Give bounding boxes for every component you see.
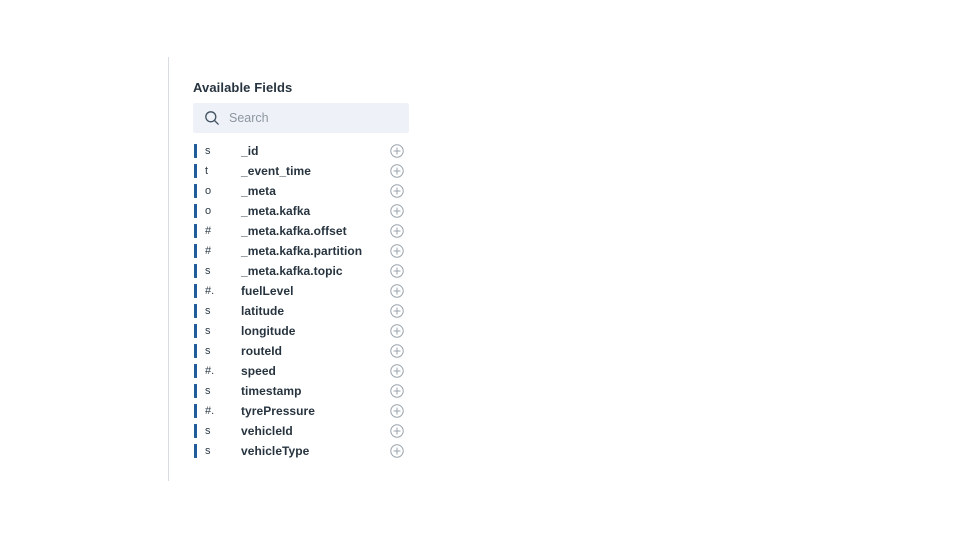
field-type-glyph: s (205, 145, 211, 157)
plus-circle-icon[interactable] (390, 164, 404, 178)
field-name-label: vehicleId (241, 424, 293, 438)
field-name-label: latitude (241, 304, 285, 318)
field-type-bar (194, 184, 197, 198)
field-type-bar (194, 164, 197, 178)
field-name-label: timestamp (241, 384, 302, 398)
field-type-bar (194, 204, 197, 218)
field-type-glyph: s (205, 325, 211, 337)
app-root: Available Fields s _id t _event_time (0, 0, 960, 540)
plus-circle-icon[interactable] (390, 384, 404, 398)
field-name-label: _event_time (241, 164, 311, 178)
plus-circle-icon[interactable] (390, 244, 404, 258)
field-type-bar (194, 244, 197, 258)
plus-circle-icon[interactable] (390, 264, 404, 278)
plus-circle-icon[interactable] (390, 404, 404, 418)
field-name-label: _id (241, 144, 259, 158)
field-row-_meta[interactable]: o _meta (169, 181, 425, 201)
plus-circle-icon[interactable] (390, 424, 404, 438)
field-name-label: _meta.kafka.offset (241, 224, 347, 238)
field-list: s _id t _event_time o _meta o _meta.kafk… (169, 141, 425, 461)
field-type-bar (194, 144, 197, 158)
field-type-bar (194, 324, 197, 338)
field-row-vehicleId[interactable]: s vehicleId (169, 421, 425, 441)
plus-circle-icon[interactable] (390, 224, 404, 238)
plus-circle-icon[interactable] (390, 444, 404, 458)
field-type-glyph: s (205, 385, 211, 397)
field-name-label: tyrePressure (241, 404, 315, 418)
field-row-routeId[interactable]: s routeId (169, 341, 425, 361)
field-type-bar (194, 284, 197, 298)
plus-circle-icon[interactable] (390, 184, 404, 198)
field-row-_meta.kafka[interactable]: o _meta.kafka (169, 201, 425, 221)
field-type-glyph: o (205, 205, 212, 217)
field-type-glyph: # (205, 245, 212, 257)
field-row-_meta.kafka.topic[interactable]: s _meta.kafka.topic (169, 261, 425, 281)
field-type-bar (194, 224, 197, 238)
field-type-glyph: #. (205, 285, 215, 297)
field-type-glyph: t (205, 165, 209, 177)
field-row-timestamp[interactable]: s timestamp (169, 381, 425, 401)
field-name-label: _meta.kafka.partition (241, 244, 363, 258)
field-type-glyph: s (205, 305, 211, 317)
field-row-fuelLevel[interactable]: #. fuelLevel (169, 281, 425, 301)
plus-circle-icon[interactable] (390, 284, 404, 298)
plus-circle-icon[interactable] (390, 304, 404, 318)
field-type-bar (194, 264, 197, 278)
field-name-label: longitude (241, 324, 296, 338)
field-row-_meta.kafka.offset[interactable]: # _meta.kafka.offset (169, 221, 425, 241)
field-row-latitude[interactable]: s latitude (169, 301, 425, 321)
field-row-speed[interactable]: #. speed (169, 361, 425, 381)
field-type-glyph: #. (205, 365, 215, 377)
field-name-label: _meta (241, 184, 276, 198)
field-row-_event_time[interactable]: t _event_time (169, 161, 425, 181)
field-type-glyph: #. (205, 405, 215, 417)
available-fields-panel: Available Fields s _id t _event_time (168, 57, 424, 481)
plus-circle-icon[interactable] (390, 364, 404, 378)
field-name-label: _meta.kafka (241, 204, 311, 218)
field-row-tyrePressure[interactable]: #. tyrePressure (169, 401, 425, 421)
search-icon (204, 110, 220, 126)
search-input[interactable] (229, 103, 403, 133)
field-type-bar (194, 384, 197, 398)
field-type-bar (194, 304, 197, 318)
field-name-label: vehicleType (241, 444, 310, 458)
field-type-glyph: s (205, 345, 211, 357)
field-row-_id[interactable]: s _id (169, 141, 425, 161)
page-title: Available Fields (193, 80, 293, 95)
field-row-longitude[interactable]: s longitude (169, 321, 425, 341)
plus-circle-icon[interactable] (390, 324, 404, 338)
plus-circle-icon[interactable] (390, 204, 404, 218)
field-type-bar (194, 364, 197, 378)
field-type-bar (194, 344, 197, 358)
field-name-label: routeId (241, 344, 283, 358)
field-type-bar (194, 424, 197, 438)
search-box[interactable] (193, 103, 409, 133)
field-type-glyph: s (205, 425, 211, 437)
field-row-vehicleType[interactable]: s vehicleType (169, 441, 425, 461)
field-type-glyph: s (205, 445, 211, 457)
field-type-glyph: # (205, 225, 212, 237)
field-name-label: _meta.kafka.topic (241, 264, 343, 278)
field-type-glyph: o (205, 185, 212, 197)
field-row-_meta.kafka.partition[interactable]: # _meta.kafka.partition (169, 241, 425, 261)
plus-circle-icon[interactable] (390, 344, 404, 358)
field-type-glyph: s (205, 265, 211, 277)
field-type-bar (194, 404, 197, 418)
field-type-bar (194, 444, 197, 458)
field-name-label: fuelLevel (241, 284, 294, 298)
field-name-label: speed (241, 364, 276, 378)
plus-circle-icon[interactable] (390, 144, 404, 158)
